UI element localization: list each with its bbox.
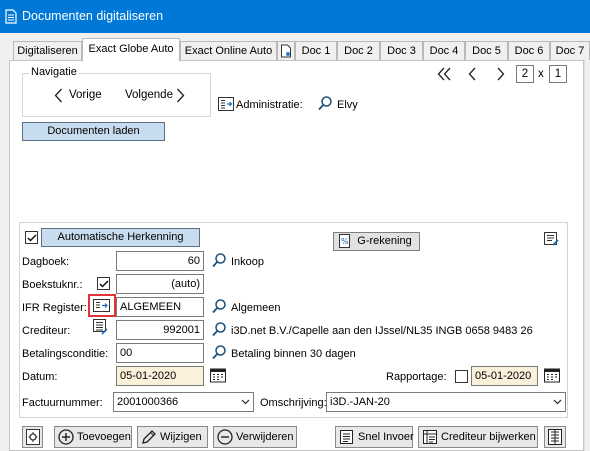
tab-doc-6[interactable]: Doc 6: [508, 41, 550, 61]
omschrijving-value: i3D.-JAN-20: [330, 396, 390, 408]
tab-document-icon[interactable]: [277, 41, 295, 61]
delete-label: Verwijderen: [236, 431, 294, 443]
plus-circle-icon: [58, 429, 74, 445]
double-chevron-left-icon[interactable]: [437, 67, 452, 81]
chevron-left-icon[interactable]: [54, 88, 63, 103]
percent-icon: %: [339, 234, 353, 249]
boekstuknr-checkbox[interactable]: [97, 277, 110, 290]
betalingsconditie-input[interactable]: 00: [116, 343, 204, 363]
page-next-icon[interactable]: [496, 67, 505, 81]
list-document-icon: [339, 429, 355, 445]
g-rekening-label: G-rekening: [357, 235, 412, 247]
tab-doc-1[interactable]: Doc 1: [295, 41, 337, 61]
datum-label: Datum:: [22, 371, 58, 383]
search-icon[interactable]: [212, 253, 226, 268]
factuurnummer-select[interactable]: 2001000366: [113, 392, 254, 412]
app-document-icon: [4, 9, 18, 24]
omschrijving-label: Omschrijving:: [260, 397, 327, 409]
edit-creditor-button[interactable]: Crediteur bijwerken: [418, 426, 538, 448]
rapportage-label: Rapportage:: [386, 371, 447, 383]
rapportage-checkbox[interactable]: [455, 370, 468, 383]
ifr-register-description: Algemeen: [231, 302, 281, 314]
title-bar: Documenten digitaliseren: [0, 0, 590, 33]
quick-entry-button[interactable]: Snel Invoer: [335, 426, 414, 448]
crediteur-label: Crediteur:: [22, 325, 71, 337]
auto-recognition-button[interactable]: Automatische Herkenning: [41, 228, 200, 247]
minus-circle-icon: [217, 429, 233, 445]
search-icon[interactable]: [212, 322, 226, 337]
navigation-legend: Navigatie: [29, 66, 79, 78]
administratie-label: Administratie:: [236, 99, 303, 111]
dagboek-input[interactable]: 60: [116, 251, 204, 271]
next-link[interactable]: Volgende: [125, 89, 173, 101]
ledger-icon: [422, 429, 438, 445]
factuurnummer-value: 2001000366: [117, 396, 179, 408]
svg-text:%: %: [341, 237, 349, 246]
columns-icon: [548, 429, 562, 445]
crediteur-description: i3D.net B.V./Capelle aan den IJssel/NL35…: [231, 325, 533, 337]
notes-edit-icon[interactable]: [544, 232, 560, 247]
window-title: Documenten digitaliseren: [22, 9, 164, 23]
ifr-register-label: IFR Register:: [22, 302, 87, 314]
tab-doc-5[interactable]: Doc 5: [465, 41, 508, 61]
boekstuknr-label: Boekstuknr.:: [22, 279, 83, 291]
gear-icon: [26, 429, 40, 445]
chevron-down-icon[interactable]: [553, 399, 562, 405]
tab-strip: Digitaliseren Exact Globe Auto Exact Onl…: [0, 33, 590, 62]
page-previous-icon[interactable]: [468, 67, 477, 81]
pencil-icon: [141, 429, 157, 445]
vertical-scrollbar[interactable]: [584, 60, 590, 451]
add-label: Toevoegen: [77, 431, 131, 443]
administratie-value: Elvy: [337, 99, 358, 111]
edit-button[interactable]: Wijzigen: [137, 426, 208, 448]
dagboek-label: Dagboek:: [22, 256, 70, 268]
settings-button[interactable]: [22, 426, 43, 448]
load-documents-button[interactable]: Documenten laden: [22, 122, 165, 141]
tab-doc-4[interactable]: Doc 4: [423, 41, 465, 61]
betalingsconditie-label: Betalingsconditie:: [22, 348, 109, 360]
page-separator: x: [538, 68, 544, 80]
tab-exact-globe-auto[interactable]: Exact Globe Auto: [82, 38, 180, 62]
tab-doc-7[interactable]: Doc 7: [550, 41, 590, 61]
tab-doc-2[interactable]: Doc 2: [337, 41, 380, 61]
tab-doc-3[interactable]: Doc 3: [380, 41, 423, 61]
calendar-icon[interactable]: [544, 367, 560, 383]
current-page-field[interactable]: 2: [516, 65, 534, 83]
add-button[interactable]: Toevoegen: [54, 426, 132, 448]
auto-recognition-checkbox[interactable]: [25, 231, 38, 244]
g-rekening-button[interactable]: % G-rekening: [333, 232, 420, 251]
tab-digitaliseren[interactable]: Digitaliseren: [13, 41, 82, 61]
search-icon[interactable]: [212, 299, 226, 314]
calendar-icon[interactable]: [210, 367, 226, 383]
chevron-down-icon[interactable]: [241, 399, 250, 405]
search-icon[interactable]: [212, 345, 226, 360]
tab-exact-online-auto[interactable]: Exact Online Auto: [180, 41, 277, 61]
dagboek-description: Inkoop: [231, 256, 265, 268]
omschrijving-select[interactable]: i3D.-JAN-20: [326, 392, 566, 412]
previous-link[interactable]: Vorige: [69, 89, 102, 101]
search-icon[interactable]: [318, 96, 332, 111]
datum-input[interactable]: 05-01-2020: [116, 366, 204, 386]
chevron-right-icon[interactable]: [176, 88, 185, 103]
edit-creditor-label: Crediteur bijwerken: [441, 431, 536, 443]
betalingsconditie-description: Betaling binnen 30 dagen: [231, 348, 356, 360]
delete-button[interactable]: Verwijderen: [213, 426, 297, 448]
quick-entry-label: Snel Invoer: [358, 431, 414, 443]
total-pages-field: 1: [549, 65, 567, 83]
creditor-card-icon[interactable]: [93, 319, 109, 335]
ifr-register-input[interactable]: ALGEMEEN: [116, 297, 204, 317]
register-card-icon[interactable]: [218, 97, 234, 111]
boekstuknr-input[interactable]: (auto): [116, 274, 204, 294]
factuurnummer-label: Factuurnummer:: [22, 397, 103, 409]
edit-label: Wijzigen: [160, 431, 202, 443]
ifr-register-card-icon[interactable]: [88, 294, 116, 317]
rapportage-input[interactable]: 05-01-2020: [471, 366, 538, 386]
columns-button[interactable]: [544, 426, 566, 448]
crediteur-input[interactable]: 992001: [116, 320, 204, 340]
